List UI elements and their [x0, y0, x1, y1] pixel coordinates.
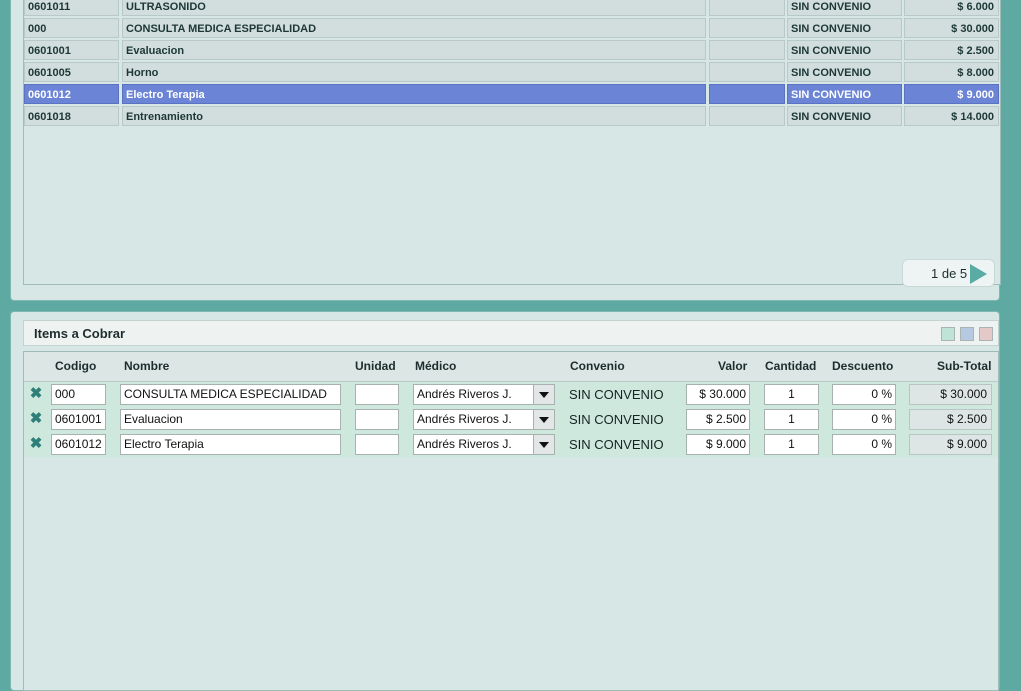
service-convenio: SIN CONVENIO	[787, 62, 902, 82]
service-code: 0601012	[24, 84, 119, 104]
pagination: 1 de 5	[902, 259, 995, 287]
service-code: 0601011	[24, 0, 119, 16]
delete-icon[interactable]: ✖	[29, 386, 43, 402]
green-theme-swatch[interactable]	[941, 327, 955, 341]
chevron-down-icon[interactable]	[533, 435, 554, 454]
service-unit	[709, 40, 785, 60]
red-theme-swatch[interactable]	[979, 327, 993, 341]
service-row[interactable]: 0601011 ULTRASONIDO SIN CONVENIO $ 6.000	[24, 0, 1000, 17]
item-valor-input[interactable]: $ 9.000	[686, 434, 750, 455]
item-name-input[interactable]: Evaluacion	[120, 409, 341, 430]
service-unit	[709, 18, 785, 38]
item-code-input[interactable]: 0601001	[51, 409, 106, 430]
service-name: ULTRASONIDO	[122, 0, 706, 16]
service-convenio: SIN CONVENIO	[787, 18, 902, 38]
play-arrow-icon[interactable]	[970, 264, 987, 284]
service-row[interactable]: 0601005 Horno SIN CONVENIO $ 8.000	[24, 62, 1000, 83]
column-header-row: Codigo Nombre Unidad Médico Convenio Val…	[24, 352, 998, 382]
item-code-input[interactable]: 0601012	[51, 434, 106, 455]
service-row-selected[interactable]: 0601012 Electro Terapia SIN CONVENIO $ 9…	[24, 84, 1000, 105]
item-unit-input[interactable]	[355, 384, 399, 405]
items-panel: Items a Cobrar Codigo Nombre Unidad Médi…	[10, 311, 1000, 691]
service-name: CONSULTA MEDICA ESPECIALIDAD	[122, 18, 706, 38]
service-unit	[709, 0, 785, 16]
service-code: 0601005	[24, 62, 119, 82]
service-convenio: SIN CONVENIO	[787, 106, 902, 126]
item-unit-input[interactable]	[355, 409, 399, 430]
item-row: ✖ 0601012 Electro Terapia Andrés Riveros…	[24, 432, 998, 457]
medico-value: Andrés Riveros J.	[417, 437, 512, 451]
blue-theme-swatch[interactable]	[960, 327, 974, 341]
service-convenio: SIN CONVENIO	[787, 84, 902, 104]
col-codigo: Codigo	[55, 359, 97, 373]
item-valor-input[interactable]: $ 2.500	[686, 409, 750, 430]
item-unit-input[interactable]	[355, 434, 399, 455]
service-name: Electro Terapia	[122, 84, 706, 104]
item-cantidad-input[interactable]: 1	[764, 434, 819, 455]
services-grid: 0601011 ULTRASONIDO SIN CONVENIO $ 6.000…	[23, 0, 1001, 287]
service-unit	[709, 84, 785, 104]
item-name-input[interactable]: Electro Terapia	[120, 434, 341, 455]
item-convenio: SIN CONVENIO	[569, 437, 664, 452]
item-convenio: SIN CONVENIO	[569, 387, 664, 402]
page-indicator: 1 de 5	[931, 266, 968, 281]
service-price: $ 9.000	[904, 84, 999, 104]
service-price: $ 6.000	[904, 0, 999, 16]
col-descuento: Descuento	[832, 359, 894, 373]
service-convenio: SIN CONVENIO	[787, 40, 902, 60]
item-convenio: SIN CONVENIO	[569, 412, 664, 427]
service-unit	[709, 106, 785, 126]
col-subtotal: Sub-Total	[937, 359, 992, 373]
delete-icon[interactable]: ✖	[29, 411, 43, 427]
delete-icon[interactable]: ✖	[29, 436, 43, 452]
service-name: Evaluacion	[122, 40, 706, 60]
items-panel-header: Items a Cobrar	[23, 320, 999, 346]
col-valor: Valor	[718, 359, 748, 373]
item-subtotal: $ 9.000	[909, 434, 992, 455]
service-code: 000	[24, 18, 119, 38]
col-cantidad: Cantidad	[765, 359, 817, 373]
service-row[interactable]: 000 CONSULTA MEDICA ESPECIALIDAD SIN CON…	[24, 18, 1000, 39]
service-price: $ 2.500	[904, 40, 999, 60]
item-row: ✖ 000 CONSULTA MEDICA ESPECIALIDAD André…	[24, 382, 998, 407]
service-price: $ 30.000	[904, 18, 999, 38]
item-cantidad-input[interactable]: 1	[764, 384, 819, 405]
panel-title: Items a Cobrar	[34, 326, 126, 341]
item-cantidad-input[interactable]: 1	[764, 409, 819, 430]
service-name: Entrenamiento	[122, 106, 706, 126]
medico-value: Andrés Riveros J.	[417, 387, 512, 401]
medico-select[interactable]: Andrés Riveros J.	[413, 434, 555, 455]
item-descuento-input[interactable]: 0 %	[832, 409, 896, 430]
col-convenio: Convenio	[570, 359, 625, 373]
chevron-down-icon[interactable]	[533, 385, 554, 404]
item-subtotal: $ 30.000	[909, 384, 992, 405]
item-descuento-input[interactable]: 0 %	[832, 384, 896, 405]
service-code: 0601018	[24, 106, 119, 126]
col-medico: Médico	[415, 359, 457, 373]
medico-select[interactable]: Andrés Riveros J.	[413, 409, 555, 430]
service-row[interactable]: 0601001 Evaluacion SIN CONVENIO $ 2.500	[24, 40, 1000, 61]
service-convenio: SIN CONVENIO	[787, 0, 902, 16]
services-panel: 0601011 ULTRASONIDO SIN CONVENIO $ 6.000…	[10, 0, 1001, 301]
item-valor-input[interactable]: $ 30.000	[686, 384, 750, 405]
service-name: Horno	[122, 62, 706, 82]
item-descuento-input[interactable]: 0 %	[832, 434, 896, 455]
service-code: 0601001	[24, 40, 119, 60]
service-row[interactable]: 0601018 Entrenamiento SIN CONVENIO $ 14.…	[24, 106, 1000, 127]
item-subtotal: $ 2.500	[909, 409, 992, 430]
service-price: $ 8.000	[904, 62, 999, 82]
items-grid: Codigo Nombre Unidad Médico Convenio Val…	[23, 351, 999, 691]
chevron-down-icon[interactable]	[533, 410, 554, 429]
service-unit	[709, 62, 785, 82]
service-price: $ 14.000	[904, 106, 999, 126]
item-code-input[interactable]: 000	[51, 384, 106, 405]
item-name-input[interactable]: CONSULTA MEDICA ESPECIALIDAD	[120, 384, 341, 405]
col-nombre: Nombre	[124, 359, 170, 373]
medico-select[interactable]: Andrés Riveros J.	[413, 384, 555, 405]
item-row: ✖ 0601001 Evaluacion Andrés Riveros J. S…	[24, 407, 998, 432]
medico-value: Andrés Riveros J.	[417, 412, 512, 426]
col-unidad: Unidad	[355, 359, 396, 373]
